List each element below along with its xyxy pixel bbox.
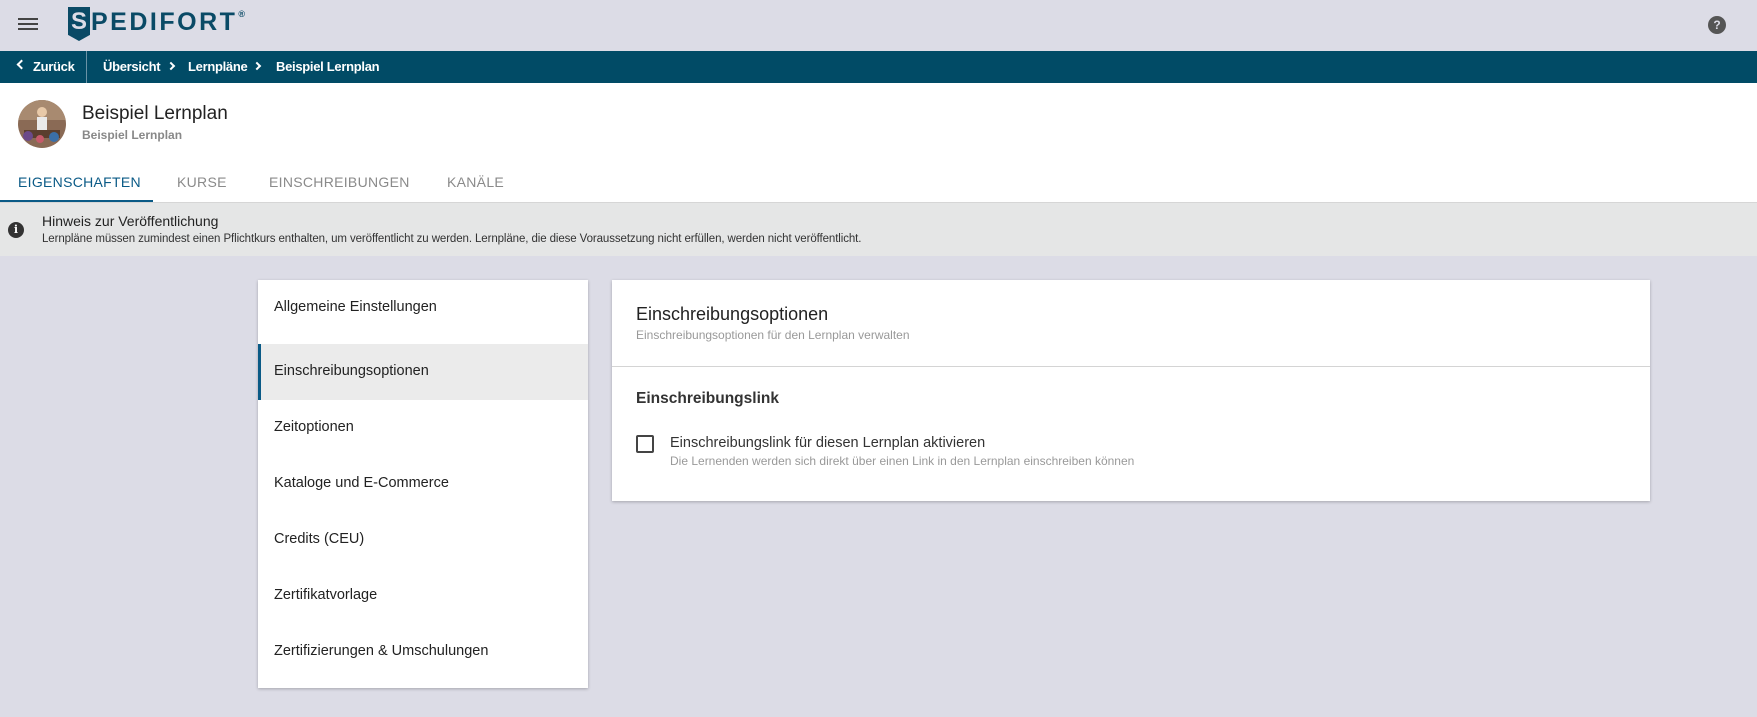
menu-item-label: Kataloge und E-Commerce <box>274 475 449 491</box>
breadcrumb-learning-plans[interactable]: Lernpläne <box>188 59 248 74</box>
panel-title: Einschreibungsoptionen <box>636 304 829 324</box>
breadcrumb-current: Beispiel Lernplan <box>276 59 380 74</box>
menu-item-label: Zertifizierungen & Umschulungen <box>274 643 489 659</box>
page-title: Beispiel Lernplan <box>82 103 228 124</box>
section-title: Einschreibungslink <box>636 390 779 407</box>
menu-item-label: Zertifikatvorlage <box>274 587 378 603</box>
menu-item-certificate-template[interactable]: Zertifikatvorlage <box>258 568 588 624</box>
panel-subtitle: Einschreibungsoptionen für den Lernplan … <box>636 328 910 342</box>
help-icon[interactable]: ? <box>1708 16 1726 34</box>
menu-item-catalogs-ecommerce[interactable]: Kataloge und E-Commerce <box>258 456 588 512</box>
chevron-left-icon <box>16 59 27 70</box>
logo-text: PEDIFORT <box>91 8 238 36</box>
panel-divider <box>612 366 1650 367</box>
tab-channels[interactable]: KANÄLE <box>447 174 504 190</box>
enrollment-link-help: Die Lernenden werden sich direkt über ei… <box>670 454 1135 468</box>
menu-item-time-options[interactable]: Zeitoptionen <box>258 400 588 456</box>
breadcrumb-overview[interactable]: Übersicht <box>103 59 161 74</box>
notice-text: Lernpläne müssen zumindest einen Pflicht… <box>42 233 862 245</box>
menu-item-label: Credits (CEU) <box>274 531 365 547</box>
menu-item-credits[interactable]: Credits (CEU) <box>258 512 588 568</box>
back-button[interactable]: Zurück <box>0 51 87 83</box>
tab-enrollments[interactable]: EINSCHREIBUNGEN <box>269 174 410 190</box>
menu-item-enrollment-options[interactable]: Einschreibungsoptionen <box>258 344 588 400</box>
settings-menu: Allgemeine Einstellungen Einschreibungso… <box>258 280 588 688</box>
top-bar: S PEDIFORT ® ? <box>0 0 1757 51</box>
chevron-right-icon <box>252 61 262 71</box>
info-icon: i <box>8 222 24 238</box>
tab-properties[interactable]: EIGENSCHAFTEN <box>18 174 141 190</box>
enrollment-options-panel: Einschreibungsoptionen Einschreibungsopt… <box>612 280 1650 501</box>
chevron-right-icon <box>166 61 176 71</box>
hamburger-icon[interactable] <box>18 16 38 32</box>
spedifort-logo[interactable]: S PEDIFORT ® <box>68 7 245 41</box>
menu-item-general-settings[interactable]: Allgemeine Einstellungen <box>258 280 588 336</box>
enrollment-link-label[interactable]: Einschreibungslink für diesen Lernplan a… <box>670 435 985 451</box>
learning-plan-avatar <box>18 100 66 148</box>
menu-item-label: Zeitoptionen <box>274 419 354 435</box>
page-subtitle: Beispiel Lernplan <box>82 128 183 142</box>
logo-letter: S <box>68 7 90 41</box>
menu-item-label: Allgemeine Einstellungen <box>274 299 437 315</box>
menu-item-certifications[interactable]: Zertifizierungen & Umschulungen <box>258 624 588 680</box>
tab-courses[interactable]: KURSE <box>177 174 227 190</box>
breadcrumb-bar: Zurück Übersicht Lernpläne Beispiel Lern… <box>0 51 1757 83</box>
enrollment-link-checkbox[interactable] <box>636 435 654 453</box>
back-label: Zurück <box>33 59 75 74</box>
menu-item-label: Einschreibungsoptionen <box>274 363 429 379</box>
publish-notice: i Hinweis zur Veröffentlichung Lernpläne… <box>0 203 1757 256</box>
notice-title: Hinweis zur Veröffentlichung <box>42 213 219 229</box>
logo-registered-mark: ® <box>238 9 246 19</box>
page-header: Beispiel Lernplan Beispiel Lernplan EIGE… <box>0 83 1757 203</box>
